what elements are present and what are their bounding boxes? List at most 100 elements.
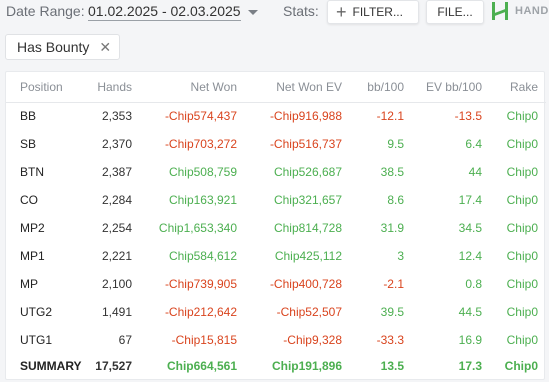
close-icon[interactable]: ✕ [99,39,111,56]
cell-bb100: 8.6 [387,193,404,207]
filter-chip-has-bounty[interactable]: Has Bounty ✕ [5,34,121,60]
cell-ev-bb100: 17.3 [458,359,482,373]
table-row[interactable]: MP 2,100 -Chip739,905 -Chip400,728 -2.1 0.8 Ch… [6,270,546,298]
cell-rake: Chip0 [506,165,538,179]
cell-position: SB [20,137,37,151]
logo-text: HAND [515,5,549,17]
plus-icon: + [336,2,347,22]
cell-position: MP1 [20,249,45,263]
cell-net-won-ev: -Chip52,507 [276,305,342,319]
table-row[interactable]: SB 2,370 -Chip703,272 -Chip516,737 9.5 6.4 Chi… [6,130,546,158]
cell-position: SUMMARY [20,359,82,373]
cell-rake: Chip0 [506,137,538,151]
cell-ev-bb100: 17.4 [458,193,482,207]
table-row[interactable]: BB 2,353 -Chip574,437 -Chip916,988 -12.1 -13.… [6,102,546,130]
cell-bb100: 3 [397,249,404,263]
cell-ev-bb100: 6.4 [465,137,482,151]
column-header-rake[interactable]: Rake [490,72,546,103]
cell-position: UTG1 [20,333,53,347]
cell-net-won-ev: -Chip916,988 [269,109,342,124]
cell-net-won-ev: -Chip516,737 [269,137,342,151]
column-header-bb100[interactable]: bb/100 [350,72,412,103]
cell-rake: Chip0 [506,221,538,235]
stats-table: Position Hands Net Won Net Won EV bb/100… [6,72,546,378]
chevron-down-icon[interactable] [248,10,258,15]
table-row[interactable]: UTG2 1,491 -Chip212,642 -Chip52,507 39.5 44.5… [6,298,546,326]
column-header-position[interactable]: Position [6,72,84,103]
table-row[interactable]: BTN 2,387 Chip508,759 Chip526,687 38.5 44 Chip… [6,158,546,186]
cell-bb100: 9.5 [387,137,404,151]
cell-bb100: 39.5 [380,305,404,319]
cell-net-won: Chip584,612 [168,249,237,263]
cell-rake: Chip0 [506,193,538,207]
cell-hands: 2,284 [101,193,132,207]
cell-position: MP2 [20,221,45,235]
cell-position: BTN [20,165,44,179]
cell-bb100: -12.1 [376,109,404,124]
cell-bb100: 13.5 [380,359,404,373]
column-header-net-won-ev[interactable]: Net Won EV [245,72,350,103]
cell-position: UTG2 [20,305,53,319]
cell-ev-bb100: 34.5 [458,221,482,235]
table-row[interactable]: CO 2,284 Chip163,921 Chip321,657 8.6 17.4 Chip… [6,186,546,214]
date-range-label: Date Range: [6,3,85,19]
cell-hands: 17,527 [95,359,132,373]
cell-net-won: -Chip15,815 [171,333,237,347]
cell-rake: Chip0 [506,333,538,347]
stats-table-panel: Position Hands Net Won Net Won EV bb/100… [5,71,546,380]
cell-rake: Chip0 [504,359,538,373]
table-row[interactable]: UTG1 67 -Chip15,815 -Chip9,328 -33.3 16.9 Chip… [6,326,546,354]
cell-net-won-ev: -Chip9,328 [283,333,342,347]
toolbar: Date Range: 01.02.2025 - 02.03.2025 Stat… [0,0,549,26]
cell-net-won-ev: Chip321,657 [273,193,342,207]
stats-label: Stats: [283,3,319,19]
summary-row[interactable]: SUMMARY 17,527 Chip664,561 Chip191,896 13.5 1… [6,354,546,378]
filter-button[interactable]: + FILTER... [327,0,419,24]
cell-net-won: Chip163,921 [168,193,237,207]
cell-bb100: 31.9 [380,221,404,235]
table-row[interactable]: MP2 2,254 Chip1,653,340 Chip814,728 31.9 34.5… [6,214,546,242]
cell-ev-bb100: 44 [468,165,482,179]
cell-net-won-ev: -Chip400,728 [269,277,342,291]
cell-hands: 67 [118,333,132,347]
cell-position: MP [20,277,38,291]
cell-rake: Chip0 [506,109,538,124]
cell-net-won-ev: Chip425,112 [274,249,342,263]
cell-net-won: Chip508,759 [168,165,237,179]
cell-hands: 2,370 [101,137,132,151]
table-row[interactable]: MP1 2,221 Chip584,612 Chip425,112 3 12.4 Chip0 [6,242,546,270]
cell-net-won: Chip1,653,340 [158,221,237,235]
cell-hands: 1,491 [101,305,132,319]
cell-bb100: -33.3 [376,333,404,347]
cell-position: BB [20,109,37,124]
table-header-row: Position Hands Net Won Net Won EV bb/100… [6,72,546,103]
cell-net-won-ev: Chip526,687 [273,165,342,179]
date-range-selector[interactable]: 01.02.2025 - 02.03.2025 [88,3,241,21]
cell-net-won-ev: Chip814,728 [273,221,342,235]
cell-rake: Chip0 [506,249,538,263]
cell-net-won: -Chip739,905 [164,277,237,291]
cell-ev-bb100: 12.4 [458,249,482,263]
cell-net-won: -Chip703,272 [164,137,237,151]
cell-hands: 2,221 [101,249,132,263]
column-header-hands[interactable]: Hands [84,72,140,103]
cell-hands: 2,387 [101,165,132,179]
file-button[interactable]: FILE... [426,0,484,24]
app-logo: HAND [491,2,549,20]
cell-hands: 2,353 [101,109,132,124]
cell-ev-bb100: 44.5 [458,305,482,319]
cell-net-won: -Chip574,437 [164,109,237,124]
cell-bb100: -2.1 [383,277,404,291]
column-header-net-won[interactable]: Net Won [140,72,245,103]
file-button-label: FILE... [437,5,473,19]
logo-mark-icon [491,2,509,20]
cell-net-won: Chip664,561 [166,359,237,373]
cell-hands: 2,100 [101,277,132,291]
cell-net-won: -Chip212,642 [164,305,237,319]
cell-ev-bb100: -13.5 [454,109,482,124]
column-header-ev-bb100[interactable]: EV bb/100 [412,72,490,103]
filter-chip-label: Has Bounty [17,39,90,55]
cell-bb100: 38.5 [380,165,404,179]
cell-rake: Chip0 [506,277,538,291]
cell-hands: 2,254 [101,221,132,235]
